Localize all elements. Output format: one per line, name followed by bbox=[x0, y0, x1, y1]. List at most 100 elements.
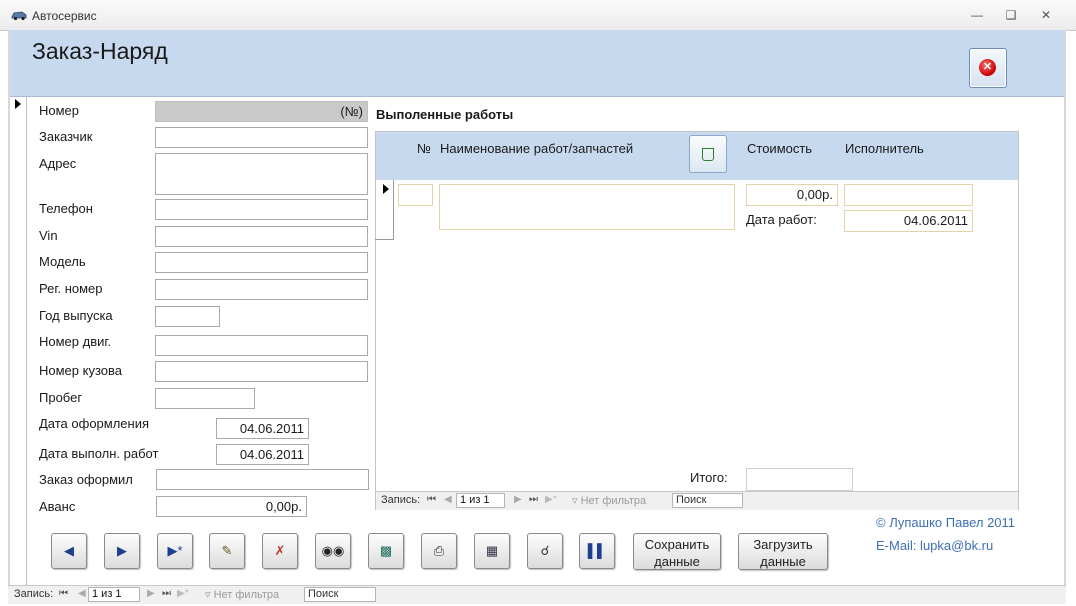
completion-date-field[interactable]: 04.06.2011 bbox=[216, 444, 309, 465]
main-nav-label: Запись: bbox=[14, 588, 54, 600]
edit-button[interactable]: ✎ bbox=[209, 533, 245, 569]
main-prev-record-icon[interactable]: ◀ bbox=[78, 588, 86, 599]
customer-field[interactable] bbox=[155, 127, 368, 148]
label-number: Номер bbox=[39, 103, 80, 118]
work-date-label: Дата работ: bbox=[746, 212, 817, 227]
print-button[interactable]: ⎙ bbox=[421, 533, 457, 569]
label-completion-date: Дата выполн. работ bbox=[39, 446, 159, 461]
delete-icon: ✗ bbox=[274, 543, 286, 558]
works-section-title: Выполенные работы bbox=[376, 107, 514, 122]
work-name-field[interactable] bbox=[439, 184, 735, 230]
book-button[interactable]: ▩ bbox=[368, 533, 404, 569]
car-app-icon bbox=[11, 11, 27, 21]
mileage-field[interactable] bbox=[155, 388, 255, 409]
label-advance: Аванс bbox=[39, 499, 76, 514]
copyright-text: © Лупашко Павел 2011 bbox=[876, 515, 1016, 530]
calculator-icon: ▦ bbox=[485, 543, 499, 558]
reg-number-field[interactable] bbox=[155, 279, 368, 300]
save-data-button[interactable]: Сохранить данные bbox=[633, 533, 721, 570]
label-customer: Заказчик bbox=[39, 129, 93, 144]
form-header bbox=[10, 30, 1064, 97]
advance-field[interactable]: 0,00р. bbox=[156, 496, 307, 517]
number-field: (№) bbox=[155, 101, 368, 122]
label-phone: Телефон bbox=[39, 201, 93, 216]
minimize-icon[interactable]: — bbox=[966, 6, 988, 24]
works-filter-label: Нет фильтра bbox=[580, 495, 647, 507]
page-title: Заказ-Наряд bbox=[32, 38, 168, 64]
created-by-field[interactable] bbox=[156, 469, 369, 490]
works-nav-label: Запись: bbox=[381, 494, 421, 506]
filter-icon: ▿ bbox=[205, 589, 211, 601]
preview-icon: ☌ bbox=[540, 543, 550, 558]
record-selector[interactable] bbox=[10, 97, 27, 585]
prev-record-icon: ◀ bbox=[64, 543, 74, 558]
window-title: Автосервис bbox=[32, 9, 97, 23]
report-button[interactable]: ▌▌ bbox=[579, 533, 615, 569]
delete-record-button[interactable]: ✗ bbox=[262, 533, 298, 569]
close-window-icon[interactable]: ✕ bbox=[1035, 6, 1057, 24]
label-reg-number: Рег. номер bbox=[39, 281, 103, 296]
main-new-record-icon[interactable]: ▶* bbox=[177, 588, 189, 599]
order-date-field[interactable]: 04.06.2011 bbox=[216, 418, 309, 439]
col-number-header: № bbox=[417, 141, 431, 156]
next-record-button[interactable]: ▶ bbox=[104, 533, 140, 569]
label-body-number: Номер кузова bbox=[39, 363, 122, 378]
works-next-record-icon[interactable]: ▶ bbox=[514, 494, 522, 505]
load-data-button[interactable]: Загрузить данные bbox=[738, 533, 828, 570]
calculator-button[interactable]: ▦ bbox=[474, 533, 510, 569]
close-form-button[interactable]: ✕ bbox=[969, 48, 1007, 88]
report-icon: ▌▌ bbox=[587, 543, 607, 558]
work-date-field[interactable]: 04.06.2011 bbox=[844, 210, 973, 232]
address-field[interactable] bbox=[155, 153, 368, 195]
delete-work-button[interactable] bbox=[689, 135, 727, 173]
book-icon: ▩ bbox=[379, 543, 393, 558]
works-prev-record-icon[interactable]: ◀ bbox=[444, 494, 452, 505]
current-work-arrow-icon bbox=[383, 184, 389, 194]
works-new-record-icon[interactable]: ▶* bbox=[545, 494, 557, 505]
window-titlebar[interactable] bbox=[0, 0, 1076, 31]
main-position-field[interactable]: 1 из 1 bbox=[88, 587, 140, 602]
engine-number-field[interactable] bbox=[155, 335, 368, 356]
main-filter-indicator[interactable]: ▿ Нет фильтра bbox=[205, 588, 279, 601]
print-icon: ⎙ bbox=[433, 543, 445, 558]
body-number-field[interactable] bbox=[155, 361, 368, 382]
col-name-header: Наименование работ/запчастей bbox=[440, 141, 634, 156]
works-filter-indicator[interactable]: ▿ Нет фильтра bbox=[572, 494, 646, 507]
total-label: Итого: bbox=[690, 470, 728, 485]
frame-border-right bbox=[1064, 30, 1066, 586]
find-icon: ◉◉ bbox=[321, 543, 345, 558]
works-position-field[interactable]: 1 из 1 bbox=[456, 493, 505, 508]
work-number-field[interactable] bbox=[398, 184, 433, 206]
vin-field[interactable] bbox=[155, 226, 368, 247]
main-search-input[interactable]: Поиск bbox=[304, 587, 376, 602]
label-order-date: Дата оформления bbox=[39, 416, 150, 431]
prev-record-button[interactable]: ◀ bbox=[51, 533, 87, 569]
restore-icon[interactable]: ❑ bbox=[1000, 6, 1022, 24]
new-record-icon: ▶* bbox=[167, 543, 183, 558]
label-model: Модель bbox=[39, 254, 86, 269]
col-executor-header: Исполнитель bbox=[845, 141, 924, 156]
recycle-bin-icon bbox=[702, 148, 714, 161]
main-last-record-icon[interactable]: ⏭ bbox=[162, 588, 171, 599]
year-field[interactable] bbox=[155, 306, 220, 327]
work-cost-field[interactable]: 0,00р. bbox=[746, 184, 838, 206]
preview-button[interactable]: ☌ bbox=[527, 533, 563, 569]
works-first-record-icon[interactable]: ⏮ bbox=[427, 494, 436, 505]
new-record-button[interactable]: ▶* bbox=[157, 533, 193, 569]
email-link[interactable]: E-Mail: lupka@bk.ru bbox=[876, 538, 993, 553]
label-created-by: Заказ оформил bbox=[39, 472, 133, 487]
label-engine-number: Номер двиг. bbox=[39, 334, 112, 349]
main-next-record-icon[interactable]: ▶ bbox=[147, 588, 155, 599]
label-address: Адрес bbox=[39, 156, 77, 171]
model-field[interactable] bbox=[155, 252, 368, 273]
find-button[interactable]: ◉◉ bbox=[315, 533, 351, 569]
main-first-record-icon[interactable]: ⏮ bbox=[59, 588, 68, 599]
label-vin: Vin bbox=[39, 228, 58, 243]
next-record-icon: ▶ bbox=[117, 543, 127, 558]
works-last-record-icon[interactable]: ⏭ bbox=[529, 494, 538, 505]
work-executor-field[interactable] bbox=[844, 184, 973, 206]
current-record-arrow-icon bbox=[15, 99, 21, 109]
label-mileage: Пробег bbox=[39, 390, 83, 405]
phone-field[interactable] bbox=[155, 199, 368, 220]
works-search-input[interactable]: Поиск bbox=[672, 493, 743, 508]
